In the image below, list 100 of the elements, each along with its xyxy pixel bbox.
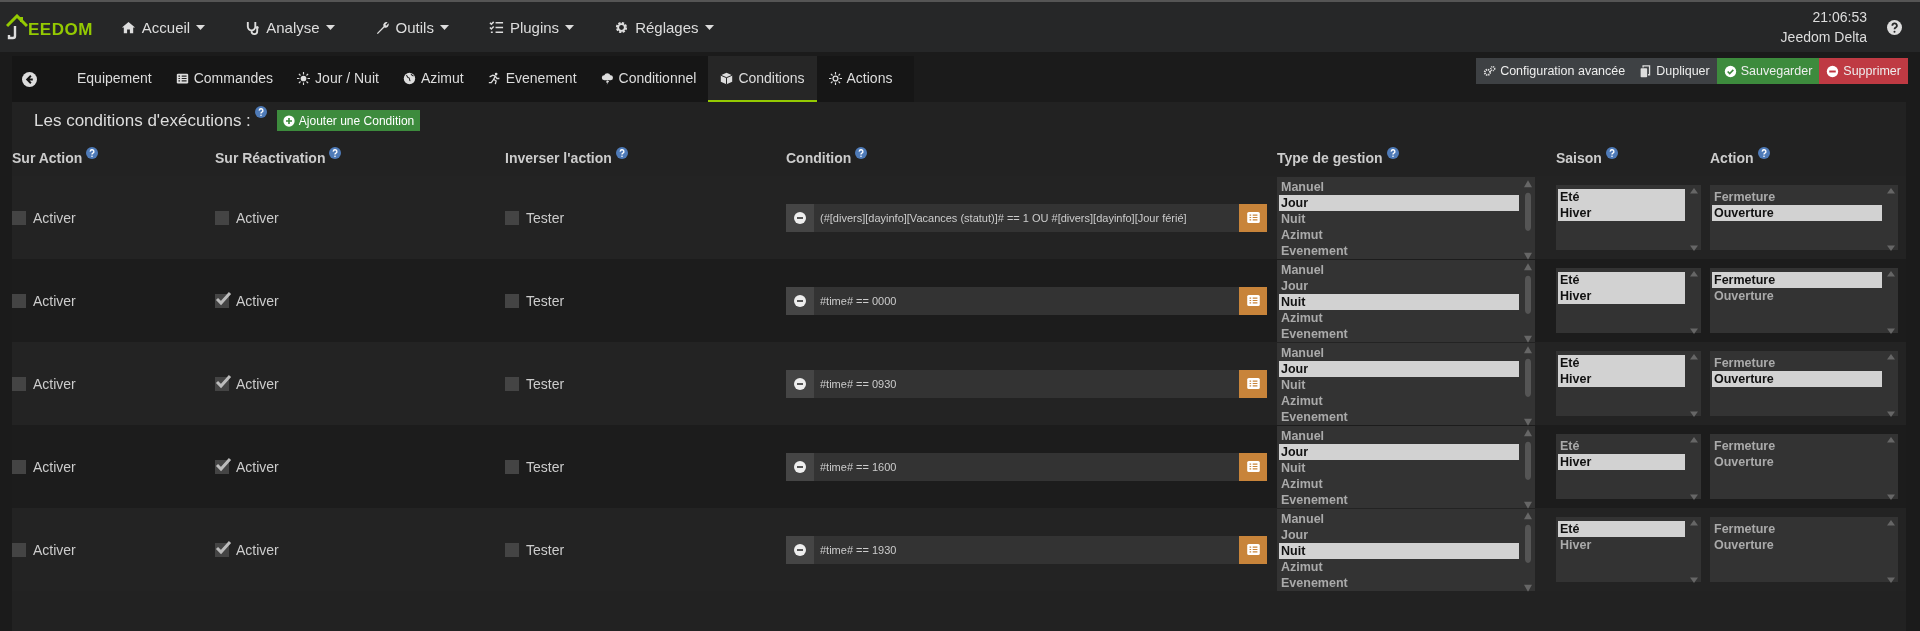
scrollbar[interactable] [1886,353,1896,418]
list-option[interactable]: Evenement [1279,408,1519,425]
checkbox[interactable] [505,293,519,308]
tab[interactable]: Commandes [163,56,286,102]
house-logo-icon[interactable] [6,14,28,40]
help-icon[interactable] [329,147,342,159]
help-icon[interactable] [615,147,628,159]
scrollbar[interactable] [1523,178,1533,261]
help-icon[interactable] [1605,147,1618,159]
nav-menu[interactable]: Outils [374,14,449,40]
checkbox[interactable] [12,293,26,308]
tab[interactable]: Evenement [475,56,589,102]
action-listbox[interactable]: Fermeture Ouverture [1710,351,1898,416]
list-option[interactable]: Eté [1558,355,1685,371]
checkbox[interactable] [12,376,26,391]
season-listbox[interactable]: Eté Hiver [1556,268,1701,333]
list-option[interactable]: Azimut [1279,475,1519,492]
list-option[interactable]: Manuel [1279,344,1519,361]
list-button[interactable] [1239,286,1267,315]
scrollbar[interactable] [1689,270,1699,335]
scrollbar[interactable] [1689,187,1699,252]
season-listbox[interactable]: Eté Hiver [1556,434,1701,499]
type-listbox[interactable]: Manuel Jour Nuit Azimut Evenement [1277,259,1535,342]
scrollbar[interactable] [1886,187,1896,252]
list-option[interactable]: Hiver [1558,288,1685,304]
list-option[interactable]: Jour [1279,526,1519,543]
scrollbar[interactable] [1689,353,1699,418]
nav-menu[interactable]: Réglages [614,14,714,40]
type-listbox[interactable]: Manuel Jour Nuit Azimut Evenement [1277,425,1535,508]
season-listbox[interactable]: Eté Hiver [1556,351,1701,416]
scrollbar[interactable] [1689,519,1699,584]
remove-button[interactable] [786,286,814,315]
toolbar-button[interactable]: Configuration avancée [1476,58,1633,84]
logo-text[interactable]: EEDOM [28,20,93,40]
help-icon[interactable] [1757,147,1770,159]
nav-menu[interactable]: Analyse [245,14,335,40]
checkbox[interactable] [215,210,229,225]
list-option[interactable]: Evenement [1279,242,1519,259]
list-button[interactable] [1239,203,1267,232]
checkbox[interactable] [505,459,519,474]
condition-field[interactable]: #time# == 1930 [814,535,1239,564]
list-option[interactable]: Evenement [1279,325,1519,342]
list-option[interactable]: Ouverture [1712,537,1882,553]
remove-button[interactable] [786,369,814,398]
list-option[interactable]: Eté [1558,189,1685,205]
list-option[interactable]: Jour [1279,443,1519,460]
checkbox[interactable] [505,376,519,391]
list-option[interactable]: Ouverture [1712,454,1882,470]
list-option[interactable]: Jour [1279,194,1519,211]
scrollbar[interactable] [1886,519,1896,584]
season-listbox[interactable]: Eté Hiver [1556,517,1701,582]
toolbar-button[interactable]: Dupliquer [1632,58,1717,84]
checkbox[interactable] [505,210,519,225]
action-listbox[interactable]: Fermeture Ouverture [1710,268,1898,333]
list-button[interactable] [1239,369,1267,398]
list-option[interactable]: Ouverture [1712,371,1882,387]
list-option[interactable]: Manuel [1279,427,1519,444]
remove-button[interactable] [786,535,814,564]
list-option[interactable]: Eté [1558,438,1685,454]
checkbox[interactable] [12,210,26,225]
list-option[interactable]: Nuit [1279,542,1519,559]
action-listbox[interactable]: Fermeture Ouverture [1710,434,1898,499]
list-option[interactable]: Hiver [1558,454,1685,470]
action-listbox[interactable]: Fermeture Ouverture [1710,185,1898,250]
scrollbar[interactable] [1689,436,1699,501]
nav-menu[interactable]: Plugins [488,14,575,40]
checkbox[interactable] [12,542,26,557]
list-option[interactable]: Hiver [1558,371,1685,387]
list-option[interactable]: Azimut [1279,309,1519,326]
list-option[interactable]: Evenement [1279,574,1519,591]
back-arrow-icon[interactable] [22,71,37,87]
checkbox[interactable] [215,459,229,474]
scrollbar[interactable] [1523,427,1533,510]
nav-menu[interactable]: Accueil [120,14,206,40]
help-icon[interactable] [1887,19,1902,35]
list-option[interactable]: Manuel [1279,510,1519,527]
checkbox[interactable] [215,293,229,308]
list-button[interactable] [1239,535,1267,564]
list-option[interactable]: Manuel [1279,178,1519,195]
action-listbox[interactable]: Fermeture Ouverture [1710,517,1898,582]
condition-field[interactable]: (#[divers][dayinfo][Vacances (statut)]# == 1 OU #[divers][dayinfo][Jour férié] [814,203,1239,232]
remove-button[interactable] [786,203,814,232]
condition-field[interactable]: #time# == 1600 [814,452,1239,481]
list-option[interactable]: Eté [1558,272,1685,288]
list-option[interactable]: Evenement [1279,491,1519,508]
list-option[interactable]: Nuit [1279,376,1519,393]
list-button[interactable] [1239,452,1267,481]
help-icon[interactable] [1386,147,1399,159]
list-option[interactable]: Hiver [1558,205,1685,221]
list-option[interactable]: Nuit [1279,459,1519,476]
help-icon[interactable] [855,147,868,159]
list-option[interactable]: Manuel [1279,261,1519,278]
checkbox[interactable] [12,459,26,474]
list-option[interactable]: Azimut [1279,558,1519,575]
list-option[interactable]: Eté [1558,521,1685,537]
help-icon[interactable] [86,147,99,159]
list-option[interactable]: Ouverture [1712,288,1882,304]
season-listbox[interactable]: Eté Hiver [1556,185,1701,250]
scrollbar[interactable] [1886,270,1896,335]
toolbar-button[interactable]: Sauvegarder [1716,58,1820,84]
